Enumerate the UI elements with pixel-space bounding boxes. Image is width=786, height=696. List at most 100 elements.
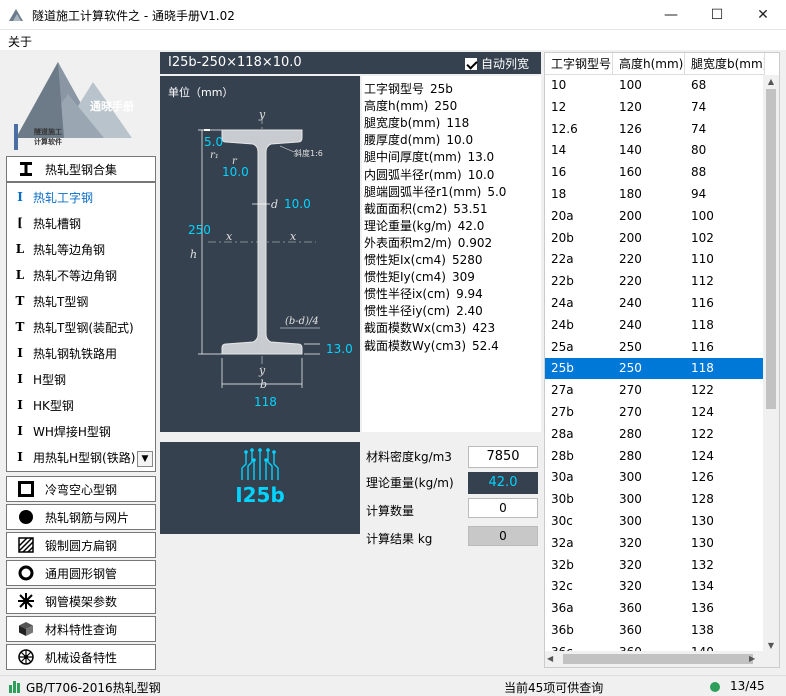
properties-panel: 工字钢型号 25b 高度h(mm) 250 腿宽度b(mm) 118 腰厚度d(mm) 10.… (362, 76, 541, 432)
submenu-label: 热轧槽钢 (33, 216, 82, 231)
property-row: 腰厚度d(mm) 10.0 (364, 131, 473, 148)
table-row[interactable]: 18 180 94 (545, 184, 765, 205)
scroll-thumb[interactable] (766, 89, 776, 409)
submenu-item[interactable]: I 热轧工字钢 (13, 185, 93, 209)
horizontal-scrollbar[interactable]: ◀ ▶ (545, 651, 779, 667)
property-value: 25b (430, 82, 453, 96)
chevron-left-icon[interactable]: ◀ (547, 651, 561, 667)
table-row[interactable]: 24a 240 116 (545, 293, 765, 314)
status-dot-icon (710, 682, 720, 692)
submenu-item[interactable]: I 用热轧H型钢(铁路) (13, 445, 135, 469)
submenu-item[interactable]: T 热轧T型钢 (13, 289, 89, 313)
category-forged[interactable]: 锻制圆方扁钢 (6, 532, 156, 558)
table-row[interactable]: 36b 360 138 (545, 620, 765, 641)
table-header[interactable]: 腿宽度b(mm) (685, 53, 765, 75)
submenu-item[interactable]: [热轧槽钢 (13, 211, 81, 235)
property-label: 截面面积(cm2) (364, 201, 448, 216)
table-row[interactable]: 30b 300 128 (545, 489, 765, 510)
svg-text:x: x (226, 230, 233, 243)
table-cell: 20b (551, 230, 574, 245)
table-header[interactable]: 工字钢型号 (545, 53, 613, 75)
chevron-right-icon[interactable]: ▶ (749, 651, 763, 667)
table-cell: 25a (551, 339, 574, 354)
table-row[interactable]: 25a 250 116 (545, 337, 765, 358)
property-label: 惯性矩Iy(cm4) (364, 270, 446, 285)
property-label: 内圆弧半径r(mm) (364, 167, 462, 182)
table-cell: 124 (691, 405, 714, 419)
table-cell: 270 (619, 405, 642, 419)
submenu-item[interactable]: I 热轧钢轨铁路用 (13, 341, 117, 365)
property-label: 工字钢型号 (364, 82, 425, 96)
table-row[interactable]: 27a 270 122 (545, 380, 765, 401)
table-row[interactable]: 32c 320 134 (545, 576, 765, 597)
property-label: 惯性半径ix(cm) (364, 287, 451, 302)
chevron-up-icon[interactable]: ▲ (763, 75, 779, 89)
table-cell: 320 (619, 535, 642, 550)
submenu-item[interactable]: L 热轧等边角钢 (13, 237, 105, 261)
table-row[interactable]: 32a 320 130 (545, 533, 765, 554)
title-bar: 隧道施工计算软件之 - 通晓手册V1.02 — ☐ ✕ (0, 0, 786, 30)
category-cold-bent[interactable]: 冷弯空心型钢 (6, 476, 156, 502)
table-row[interactable]: 10 100 68 (545, 75, 765, 96)
chevron-down-icon[interactable]: ▼ (137, 451, 153, 467)
table-cell: 126 (691, 470, 714, 485)
table-row[interactable]: 36a 360 136 (545, 598, 765, 619)
t-beam-icon: T (15, 294, 25, 308)
category-scaffold[interactable]: 钢管模架参数 (6, 588, 156, 614)
scroll-thumb[interactable] (563, 654, 753, 664)
table-cell: 110 (691, 252, 714, 267)
table-row[interactable]: 25b 250 118 (545, 358, 765, 380)
property-row: 惯性矩Ix(cm4) 5280 (364, 251, 482, 268)
table-cell: 280 (619, 448, 642, 463)
category-rebar[interactable]: 热轧钢筋与网片 (6, 504, 156, 530)
vertical-scrollbar[interactable]: ▲ ▼ (763, 75, 779, 653)
table-header[interactable]: 高度h(mm) (613, 53, 685, 75)
ring-icon (15, 564, 37, 582)
density-field[interactable]: 7850 (468, 446, 538, 468)
minimize-button[interactable]: — (648, 0, 694, 30)
table-cell: 220 (619, 274, 642, 289)
submenu-item[interactable]: I HK型钢 (13, 393, 74, 417)
maximize-button[interactable]: ☐ (694, 0, 740, 30)
h-beam-icon: I (17, 424, 23, 438)
property-row: 外表面积m2/m) 0.902 (364, 234, 492, 251)
table-row[interactable]: 28b 280 124 (545, 446, 765, 467)
quantity-field[interactable]: 0 (468, 498, 538, 518)
category-pipe[interactable]: 通用圆形钢管 (6, 560, 156, 586)
table-cell: 136 (691, 601, 714, 616)
table-row[interactable]: 14 140 80 (545, 140, 765, 161)
table-row[interactable]: 32b 320 132 (545, 555, 765, 576)
submenu-item[interactable]: T 热轧T型钢(装配式) (13, 315, 134, 339)
svg-text:10.0: 10.0 (222, 165, 249, 179)
table-row[interactable]: 12 120 74 (545, 97, 765, 118)
table-cell: 32c (551, 579, 573, 594)
auto-width-checkbox[interactable]: 自动列宽 (464, 55, 529, 72)
table-row[interactable]: 30c 300 130 (545, 511, 765, 532)
category-hot-rolled[interactable]: 热轧型钢合集 (6, 156, 156, 182)
category-material[interactable]: 材料特性查询 (6, 616, 156, 642)
table-row[interactable]: 22b 220 112 (545, 271, 765, 292)
submenu-item[interactable]: I WH焊接H型钢 (13, 419, 111, 443)
table-cell: 24b (551, 317, 574, 332)
property-label: 腰厚度d(mm) (364, 133, 441, 148)
table-row[interactable]: 20b 200 102 (545, 228, 765, 249)
table-cell: 180 (619, 187, 642, 201)
property-row: 截面模数Wy(cm3) 52.4 (364, 337, 499, 354)
close-button[interactable]: ✕ (740, 0, 786, 30)
table-row[interactable]: 20a 200 100 (545, 206, 765, 227)
table-row[interactable]: 30a 300 126 (545, 467, 765, 488)
menu-about[interactable]: 关于 (8, 33, 32, 50)
table-row[interactable]: 22a 220 110 (545, 249, 765, 270)
table-cell: 120 (619, 99, 642, 114)
property-row: 腿宽度b(mm) 118 (364, 114, 469, 131)
submenu-item[interactable]: L 热轧不等边角钢 (13, 263, 117, 287)
category-machine[interactable]: 机械设备特性 (6, 644, 156, 670)
property-row: 理论重量(kg/m) 42.0 (364, 217, 484, 234)
table-row[interactable]: 24b 240 118 (545, 315, 765, 336)
table-row[interactable]: 12.6 126 74 (545, 119, 765, 140)
table-cell: 20a (551, 208, 574, 223)
submenu-item[interactable]: I H型钢 (13, 367, 66, 391)
table-row[interactable]: 16 160 88 (545, 162, 765, 183)
table-row[interactable]: 27b 270 124 (545, 402, 765, 423)
table-row[interactable]: 28a 280 122 (545, 424, 765, 445)
